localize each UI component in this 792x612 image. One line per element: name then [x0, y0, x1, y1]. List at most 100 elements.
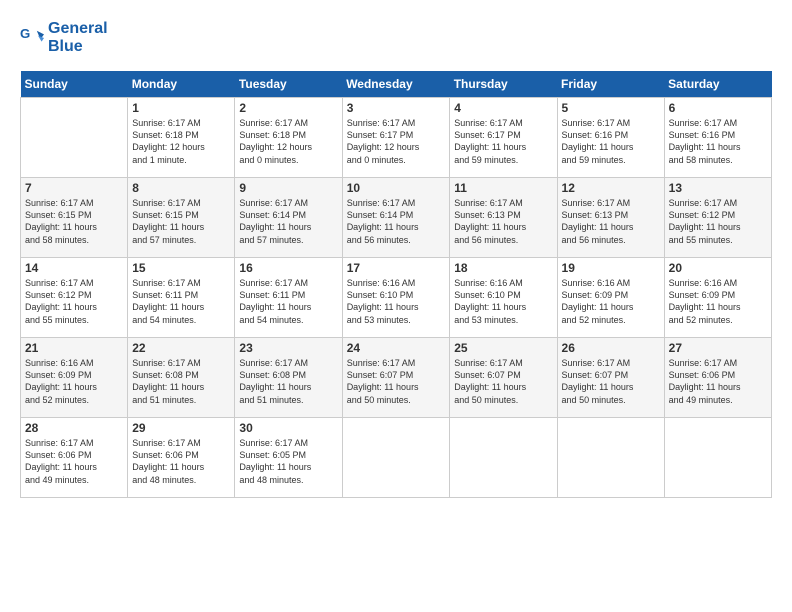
day-info: Sunrise: 6:17 AM Sunset: 6:13 PM Dayligh…	[562, 197, 660, 246]
day-number: 10	[347, 181, 446, 195]
calendar-cell: 11 Sunrise: 6:17 AM Sunset: 6:13 PM Dayli…	[450, 178, 557, 258]
logo: G General Blue	[20, 20, 108, 55]
day-info: Sunrise: 6:17 AM Sunset: 6:15 PM Dayligh…	[132, 197, 230, 246]
day-number: 3	[347, 101, 446, 115]
day-info: Sunrise: 6:17 AM Sunset: 6:05 PM Dayligh…	[239, 437, 337, 486]
week-row-5: 28 Sunrise: 6:17 AM Sunset: 6:06 PM Dayli…	[21, 418, 772, 498]
day-number: 30	[239, 421, 337, 435]
day-number: 24	[347, 341, 446, 355]
day-info: Sunrise: 6:17 AM Sunset: 6:17 PM Dayligh…	[347, 117, 446, 166]
day-info: Sunrise: 6:17 AM Sunset: 6:08 PM Dayligh…	[239, 357, 337, 406]
day-number: 2	[239, 101, 337, 115]
calendar-cell: 10 Sunrise: 6:17 AM Sunset: 6:14 PM Dayli…	[342, 178, 450, 258]
day-number: 17	[347, 261, 446, 275]
calendar-cell: 26 Sunrise: 6:17 AM Sunset: 6:07 PM Dayli…	[557, 338, 664, 418]
day-info: Sunrise: 6:17 AM Sunset: 6:18 PM Dayligh…	[132, 117, 230, 166]
calendar-cell: 14Sunrise: 6:17 AM Sunset: 6:12 PM Dayli…	[21, 258, 128, 338]
calendar-cell	[21, 98, 128, 178]
calendar-cell: 24Sunrise: 6:17 AM Sunset: 6:07 PM Dayli…	[342, 338, 450, 418]
day-info: Sunrise: 6:16 AM Sunset: 6:09 PM Dayligh…	[669, 277, 767, 326]
day-info: Sunrise: 6:17 AM Sunset: 6:06 PM Dayligh…	[132, 437, 230, 486]
calendar-cell: 23 Sunrise: 6:17 AM Sunset: 6:08 PM Dayli…	[235, 338, 342, 418]
day-info: Sunrise: 6:17 AM Sunset: 6:06 PM Dayligh…	[25, 437, 123, 486]
calendar-cell: 21 Sunrise: 6:16 AM Sunset: 6:09 PM Dayli…	[21, 338, 128, 418]
day-info: Sunrise: 6:17 AM Sunset: 6:16 PM Dayligh…	[669, 117, 767, 166]
day-number: 21	[25, 341, 123, 355]
day-info: Sunrise: 6:17 AM Sunset: 6:06 PM Dayligh…	[669, 357, 767, 406]
calendar-cell: 29 Sunrise: 6:17 AM Sunset: 6:06 PM Dayli…	[128, 418, 235, 498]
day-info: Sunrise: 6:17 AM Sunset: 6:08 PM Dayligh…	[132, 357, 230, 406]
day-number: 18	[454, 261, 552, 275]
day-info: Sunrise: 6:17 AM Sunset: 6:12 PM Dayligh…	[669, 197, 767, 246]
calendar-cell: 16 Sunrise: 6:17 AM Sunset: 6:11 PM Dayli…	[235, 258, 342, 338]
day-info: Sunrise: 6:17 AM Sunset: 6:17 PM Dayligh…	[454, 117, 552, 166]
day-number: 11	[454, 181, 552, 195]
col-header-saturday: Saturday	[664, 71, 771, 98]
day-info: Sunrise: 6:17 AM Sunset: 6:16 PM Dayligh…	[562, 117, 660, 166]
calendar-cell	[450, 418, 557, 498]
day-info: Sunrise: 6:17 AM Sunset: 6:07 PM Dayligh…	[454, 357, 552, 406]
day-number: 26	[562, 341, 660, 355]
calendar-cell: 2 Sunrise: 6:17 AM Sunset: 6:18 PM Daylig…	[235, 98, 342, 178]
week-row-1: 1 Sunrise: 6:17 AM Sunset: 6:18 PM Daylig…	[21, 98, 772, 178]
day-number: 1	[132, 101, 230, 115]
day-number: 25	[454, 341, 552, 355]
day-number: 6	[669, 101, 767, 115]
day-number: 29	[132, 421, 230, 435]
calendar-cell: 17 Sunrise: 6:16 AM Sunset: 6:10 PM Dayli…	[342, 258, 450, 338]
day-number: 8	[132, 181, 230, 195]
day-number: 12	[562, 181, 660, 195]
day-number: 20	[669, 261, 767, 275]
week-row-3: 14Sunrise: 6:17 AM Sunset: 6:12 PM Dayli…	[21, 258, 772, 338]
day-info: Sunrise: 6:16 AM Sunset: 6:09 PM Dayligh…	[562, 277, 660, 326]
col-header-friday: Friday	[557, 71, 664, 98]
calendar-cell: 30 Sunrise: 6:17 AM Sunset: 6:05 PM Dayli…	[235, 418, 342, 498]
header: G General Blue	[20, 20, 772, 55]
day-number: 19	[562, 261, 660, 275]
day-info: Sunrise: 6:17 AM Sunset: 6:15 PM Dayligh…	[25, 197, 123, 246]
logo-icon: G	[20, 26, 44, 50]
calendar-cell: 7Sunrise: 6:17 AM Sunset: 6:15 PM Daylig…	[21, 178, 128, 258]
week-row-4: 21 Sunrise: 6:16 AM Sunset: 6:09 PM Dayli…	[21, 338, 772, 418]
calendar-cell: 18Sunrise: 6:16 AM Sunset: 6:10 PM Dayli…	[450, 258, 557, 338]
col-header-thursday: Thursday	[450, 71, 557, 98]
col-header-wednesday: Wednesday	[342, 71, 450, 98]
week-row-2: 7Sunrise: 6:17 AM Sunset: 6:15 PM Daylig…	[21, 178, 772, 258]
calendar-cell	[557, 418, 664, 498]
day-info: Sunrise: 6:17 AM Sunset: 6:13 PM Dayligh…	[454, 197, 552, 246]
calendar-cell: 3 Sunrise: 6:17 AM Sunset: 6:17 PM Daylig…	[342, 98, 450, 178]
day-number: 15	[132, 261, 230, 275]
day-info: Sunrise: 6:17 AM Sunset: 6:18 PM Dayligh…	[239, 117, 337, 166]
calendar-cell: 22 Sunrise: 6:17 AM Sunset: 6:08 PM Dayli…	[128, 338, 235, 418]
col-header-monday: Monday	[128, 71, 235, 98]
day-info: Sunrise: 6:17 AM Sunset: 6:12 PM Dayligh…	[25, 277, 123, 326]
calendar-cell: 9 Sunrise: 6:17 AM Sunset: 6:14 PM Daylig…	[235, 178, 342, 258]
calendar-cell: 8 Sunrise: 6:17 AM Sunset: 6:15 PM Daylig…	[128, 178, 235, 258]
calendar-cell: 4 Sunrise: 6:17 AM Sunset: 6:17 PM Daylig…	[450, 98, 557, 178]
calendar-cell: 5 Sunrise: 6:17 AM Sunset: 6:16 PM Daylig…	[557, 98, 664, 178]
day-info: Sunrise: 6:17 AM Sunset: 6:14 PM Dayligh…	[347, 197, 446, 246]
calendar-cell: 25 Sunrise: 6:17 AM Sunset: 6:07 PM Dayli…	[450, 338, 557, 418]
day-number: 28	[25, 421, 123, 435]
day-number: 23	[239, 341, 337, 355]
day-number: 13	[669, 181, 767, 195]
day-info: Sunrise: 6:17 AM Sunset: 6:07 PM Dayligh…	[562, 357, 660, 406]
day-info: Sunrise: 6:17 AM Sunset: 6:14 PM Dayligh…	[239, 197, 337, 246]
day-info: Sunrise: 6:16 AM Sunset: 6:10 PM Dayligh…	[347, 277, 446, 326]
day-number: 16	[239, 261, 337, 275]
calendar-cell: 19 Sunrise: 6:16 AM Sunset: 6:09 PM Dayli…	[557, 258, 664, 338]
page-container: G General Blue SundayMondayTuesdayWednes…	[0, 0, 792, 508]
calendar-cell	[342, 418, 450, 498]
day-info: Sunrise: 6:17 AM Sunset: 6:11 PM Dayligh…	[132, 277, 230, 326]
day-number: 5	[562, 101, 660, 115]
calendar-cell: 28 Sunrise: 6:17 AM Sunset: 6:06 PM Dayli…	[21, 418, 128, 498]
calendar-cell: 20 Sunrise: 6:16 AM Sunset: 6:09 PM Dayli…	[664, 258, 771, 338]
day-number: 22	[132, 341, 230, 355]
header-row: SundayMondayTuesdayWednesdayThursdayFrid…	[21, 71, 772, 98]
day-info: Sunrise: 6:17 AM Sunset: 6:11 PM Dayligh…	[239, 277, 337, 326]
calendar-cell: 12 Sunrise: 6:17 AM Sunset: 6:13 PM Dayli…	[557, 178, 664, 258]
day-number: 27	[669, 341, 767, 355]
day-info: Sunrise: 6:16 AM Sunset: 6:09 PM Dayligh…	[25, 357, 123, 406]
day-number: 9	[239, 181, 337, 195]
day-number: 4	[454, 101, 552, 115]
